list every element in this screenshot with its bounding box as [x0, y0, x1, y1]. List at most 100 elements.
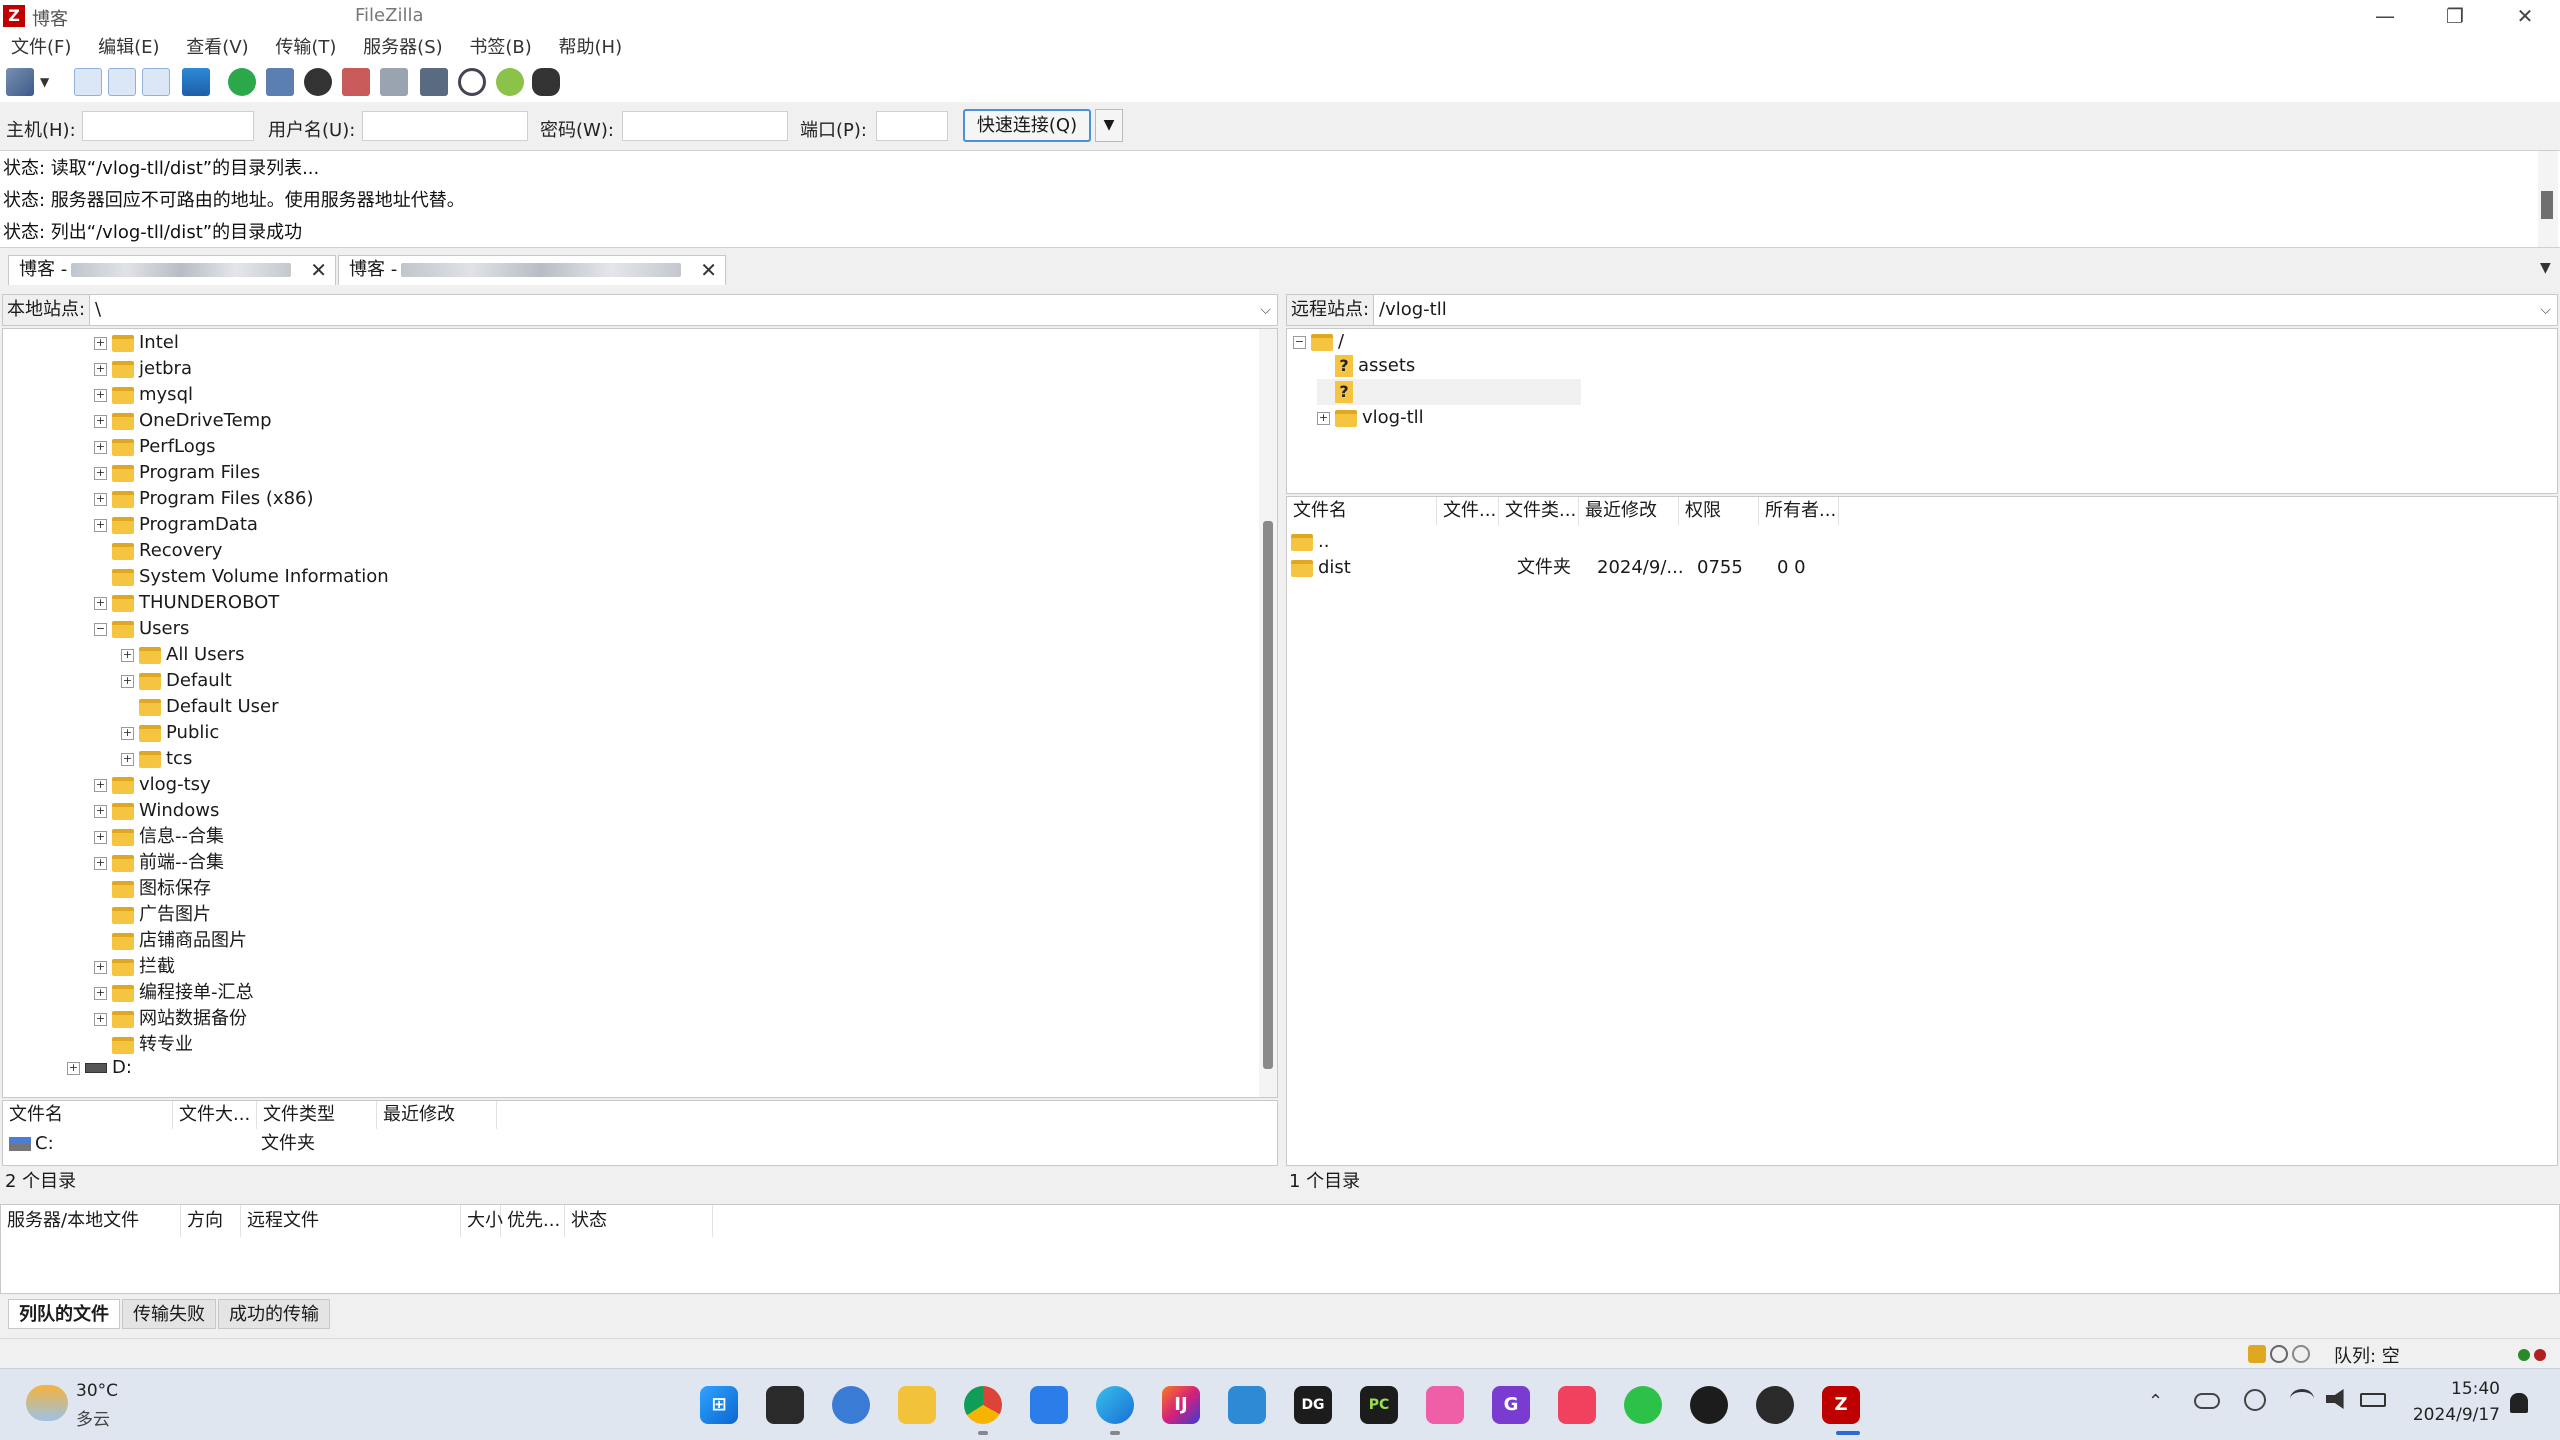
column-header-owner[interactable]: 所有者... [1759, 497, 1839, 525]
expand-icon[interactable]: + [121, 648, 134, 662]
expand-icon[interactable]: + [94, 986, 107, 1000]
tree-item[interactable]: + tcs [121, 746, 192, 772]
list-item-dist[interactable]: dist [1291, 555, 1351, 581]
compare-directories-icon[interactable] [532, 68, 560, 96]
tree-item[interactable]: + OneDriveTemp [94, 408, 272, 434]
weather-icon[interactable] [26, 1385, 68, 1421]
menu-server[interactable]: 服务器(S) [352, 34, 452, 60]
remote-path-input[interactable]: /vlog-tll [1379, 295, 1447, 325]
tree-item[interactable]: + PerfLogs [94, 434, 216, 460]
expand-icon[interactable]: + [121, 674, 134, 688]
local-tree-scrollbar-thumb[interactable] [1263, 521, 1273, 1069]
reconnect-icon[interactable] [380, 68, 408, 96]
tree-item[interactable]: + Public [121, 720, 219, 746]
tab-queued-files[interactable]: 列队的文件 [8, 1299, 120, 1329]
expand-icon[interactable]: + [94, 440, 107, 454]
queue-header-status[interactable]: 状态 [565, 1205, 713, 1237]
queue-header-priority[interactable]: 优先... [501, 1205, 565, 1237]
column-header-modified[interactable]: 最近修改 [377, 1101, 497, 1129]
collapse-icon[interactable]: − [1293, 335, 1306, 349]
tab-failed-transfers[interactable]: 传输失败 [122, 1299, 216, 1329]
local-path-dropdown-icon[interactable]: ⌵ [1260, 295, 1271, 325]
tree-item[interactable]: + Program Files (x86) [94, 486, 314, 512]
tree-item[interactable]: + 编程接单-汇总 [94, 980, 254, 1006]
site-manager-icon[interactable] [6, 68, 34, 96]
column-header-filesize[interactable]: 文件... [1437, 497, 1499, 525]
search-files-icon[interactable] [458, 68, 486, 96]
remote-directory-tree[interactable]: − / ? assets ? + vlog-tll [1286, 328, 2558, 494]
column-header-filetype[interactable]: 文件类型 [257, 1101, 377, 1129]
tree-item[interactable]: + ProgramData [94, 512, 258, 538]
tab-successful-transfers[interactable]: 成功的传输 [218, 1299, 330, 1329]
tree-item-vlog-tll[interactable]: + vlog-tll [1317, 405, 1424, 431]
tree-item[interactable]: + 拦截 [94, 954, 175, 980]
tree-item[interactable]: 店铺商品图片 [94, 928, 247, 954]
edge-icon[interactable] [1096, 1386, 1134, 1424]
site-manager-dropdown-icon[interactable]: ▼ [40, 68, 54, 96]
host-input[interactable] [82, 111, 254, 141]
notification-bell-icon[interactable] [2510, 1393, 2528, 1413]
tree-item[interactable]: 图标保存 [94, 876, 211, 902]
column-header-filename[interactable]: 文件名 [3, 1101, 173, 1129]
username-input[interactable] [362, 111, 528, 141]
refresh-icon[interactable] [228, 68, 256, 96]
tree-item[interactable]: + 前端--合集 [94, 850, 224, 876]
tree-item[interactable]: Recovery [94, 538, 222, 564]
close-tab-icon[interactable]: ✕ [310, 256, 327, 284]
tree-item[interactable]: + Windows [94, 798, 219, 824]
clock-time[interactable]: 15:40 [2410, 1379, 2500, 1399]
local-file-list[interactable]: 文件名 文件大... 文件类型 最近修改 C: 文件夹 [2, 1100, 1278, 1166]
menu-edit[interactable]: 编辑(E) [87, 34, 169, 60]
column-header-permissions[interactable]: 权限 [1679, 497, 1759, 525]
column-header-filetype[interactable]: 文件类... [1499, 497, 1579, 525]
cancel-operation-icon[interactable] [304, 68, 332, 96]
connection-tab[interactable]: 博客 - ✕ [338, 255, 726, 285]
mail-app-icon[interactable] [1030, 1386, 1068, 1424]
intellij-idea-icon[interactable]: IJ [1162, 1386, 1200, 1424]
input-method-icon[interactable] [2244, 1389, 2266, 1411]
queue-header-local-file[interactable]: 服务器/本地文件 [1, 1205, 181, 1237]
settings-app-icon[interactable] [832, 1386, 870, 1424]
expand-icon[interactable]: + [1317, 411, 1330, 425]
expand-icon[interactable]: + [94, 804, 107, 818]
local-directory-tree[interactable]: + Intel + jetbra + mysql + OneDriveTemp + PerfLog… [2, 328, 1278, 1098]
datagrip-icon[interactable]: DG [1294, 1386, 1332, 1424]
expand-icon[interactable]: + [121, 752, 134, 766]
tree-item[interactable]: + THUNDEROBOT [94, 590, 279, 616]
vscode-icon[interactable] [1228, 1386, 1266, 1424]
filezilla-taskbar-icon[interactable]: Z [1822, 1386, 1860, 1424]
remote-path-dropdown-icon[interactable]: ⌵ [2540, 295, 2551, 325]
list-item-c-drive[interactable]: C: [9, 1131, 54, 1157]
file-explorer-icon[interactable] [898, 1386, 936, 1424]
list-item-parent[interactable]: .. [1291, 529, 1329, 555]
toggle-queue-icon[interactable] [182, 68, 210, 96]
toggle-log-icon[interactable] [74, 68, 102, 96]
menu-bookmarks[interactable]: 书签(B) [458, 34, 541, 60]
queue-header-direction[interactable]: 方向 [181, 1205, 241, 1237]
expand-icon[interactable]: + [94, 830, 107, 844]
tree-item[interactable]: + All Users [121, 642, 244, 668]
tree-item[interactable]: − Users [94, 616, 189, 642]
expand-icon[interactable]: + [94, 856, 107, 870]
close-window-button[interactable]: ✕ [2490, 0, 2560, 34]
expand-icon[interactable]: + [94, 596, 107, 610]
tree-item[interactable]: + 信息--合集 [94, 824, 224, 850]
expand-icon[interactable]: + [94, 466, 107, 480]
toggle-remote-tree-icon[interactable] [142, 68, 170, 96]
local-path-input[interactable]: \ [95, 295, 101, 325]
tree-item[interactable]: + mysql [94, 382, 193, 408]
column-header-modified[interactable]: 最近修改 [1579, 497, 1679, 525]
quickconnect-button[interactable]: 快速连接(Q) [963, 109, 1091, 142]
minimize-button[interactable]: — [2350, 0, 2420, 34]
column-header-filesize[interactable]: 文件大... [173, 1101, 257, 1129]
clock-date[interactable]: 2024/9/17 [2410, 1405, 2500, 1425]
column-header-filename[interactable]: 文件名 [1287, 497, 1437, 525]
transfer-queue[interactable]: 服务器/本地文件 方向 远程文件 大小 优先... 状态 [0, 1204, 2560, 1294]
expand-icon[interactable]: + [94, 388, 107, 402]
expand-icon[interactable]: + [121, 726, 134, 740]
tree-item[interactable]: + 网站数据备份 [94, 1006, 247, 1032]
close-tab-icon[interactable]: ✕ [700, 256, 717, 284]
menu-file[interactable]: 文件(F) [0, 34, 81, 60]
tree-item[interactable]: Default User [121, 694, 279, 720]
expand-icon[interactable]: + [94, 518, 107, 532]
